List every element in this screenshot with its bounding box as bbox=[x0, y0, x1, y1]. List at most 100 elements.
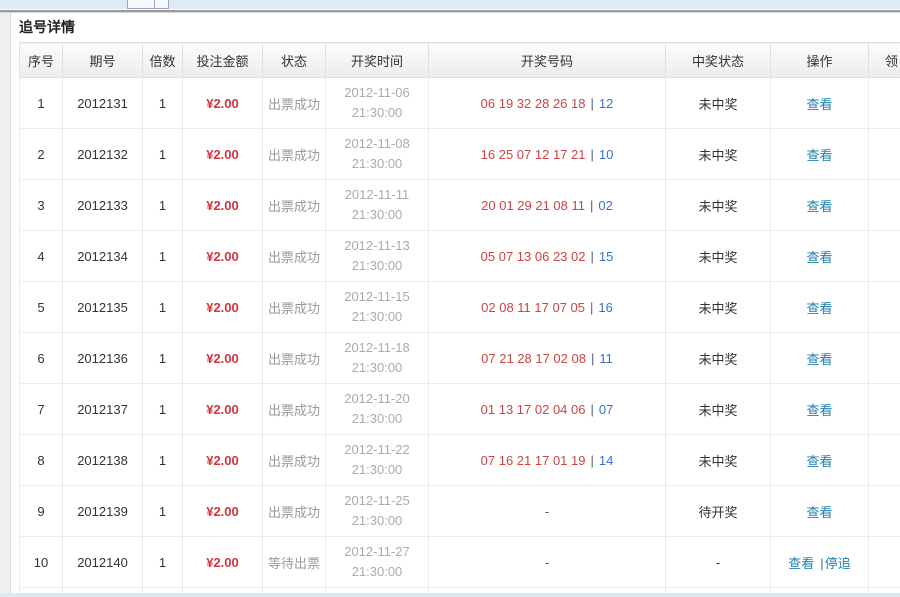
stop-chase-link[interactable]: 停追 bbox=[825, 556, 851, 571]
cell-action: 查看 bbox=[771, 435, 869, 486]
browser-chrome-strip bbox=[0, 0, 900, 10]
cell-period: 2012134 bbox=[63, 231, 143, 282]
col-header-draw-time: 开奖时间 bbox=[326, 43, 429, 78]
col-header-win-status: 中奖状态 bbox=[666, 43, 771, 78]
draw-date: 2012-11-25 bbox=[326, 491, 428, 511]
cell-claim bbox=[869, 282, 900, 333]
draw-clock: 21:30:00 bbox=[326, 460, 428, 480]
chrome-divider-light bbox=[0, 12, 900, 13]
red-balls: 06 19 32 28 26 18 bbox=[481, 96, 586, 111]
cell-multiple: 1 bbox=[143, 486, 183, 537]
cell-bet-amount: ¥2.00 bbox=[183, 384, 263, 435]
cell-win-status: 未中奖 bbox=[666, 384, 771, 435]
cell-win-status: 未中奖 bbox=[666, 231, 771, 282]
blue-ball: 07 bbox=[599, 402, 613, 417]
page-title: 追号详情 bbox=[19, 17, 75, 37]
cell-multiple: 1 bbox=[143, 282, 183, 333]
cell-draw-numbers: - bbox=[429, 537, 666, 588]
cell-draw-numbers: 07 16 21 17 01 19|14 bbox=[429, 435, 666, 486]
cell-win-status: 未中奖 bbox=[666, 282, 771, 333]
table-row: 4 2012134 1 ¥2.00 出票成功 2012-11-13 21:30:… bbox=[20, 231, 900, 282]
red-balls: 01 13 17 02 04 06 bbox=[481, 402, 586, 417]
numbers-placeholder: - bbox=[545, 504, 549, 519]
cell-draw-numbers: 20 01 29 21 08 11|02 bbox=[429, 180, 666, 231]
view-link[interactable]: 查看 bbox=[806, 199, 832, 214]
cell-bet-amount: ¥2.00 bbox=[183, 486, 263, 537]
ball-separator: | bbox=[585, 198, 598, 213]
draw-clock: 21:30:00 bbox=[326, 205, 428, 225]
cell-index: 6 bbox=[20, 333, 63, 384]
cell-claim bbox=[869, 537, 900, 588]
cell-period: 2012138 bbox=[63, 435, 143, 486]
draw-clock: 21:30:00 bbox=[326, 307, 428, 327]
cell-win-status: 待开奖 bbox=[666, 486, 771, 537]
cell-action: 查看 bbox=[771, 78, 869, 129]
cell-multiple: 1 bbox=[143, 384, 183, 435]
draw-date: 2012-11-20 bbox=[326, 389, 428, 409]
ball-separator: | bbox=[585, 249, 598, 264]
browser-chrome-box bbox=[127, 0, 169, 9]
cell-status: 出票成功 bbox=[263, 180, 326, 231]
cell-period: 2012132 bbox=[63, 129, 143, 180]
table-row: 1 2012131 1 ¥2.00 出票成功 2012-11-06 21:30:… bbox=[20, 78, 900, 129]
cell-draw-time: 2012-11-13 21:30:00 bbox=[326, 231, 429, 282]
cell-status: 出票成功 bbox=[263, 78, 326, 129]
view-link[interactable]: 查看 bbox=[806, 505, 832, 520]
view-link[interactable]: 查看 bbox=[806, 148, 832, 163]
cell-index: 4 bbox=[20, 231, 63, 282]
blue-ball: 11 bbox=[599, 351, 613, 366]
view-link[interactable]: 查看 bbox=[806, 352, 832, 367]
cell-bet-amount: ¥2.00 bbox=[183, 537, 263, 588]
cell-draw-numbers: 07 21 28 17 02 08|11 bbox=[429, 333, 666, 384]
cell-draw-numbers: - bbox=[429, 486, 666, 537]
cell-bet-amount: ¥2.00 bbox=[183, 435, 263, 486]
cell-index: 10 bbox=[20, 537, 63, 588]
cell-claim bbox=[869, 78, 900, 129]
draw-clock: 21:30:00 bbox=[326, 511, 428, 531]
cell-bet-amount: ¥2.00 bbox=[183, 333, 263, 384]
cell-draw-numbers: 16 25 07 12 17 21|10 bbox=[429, 129, 666, 180]
cell-period: 2012136 bbox=[63, 333, 143, 384]
action-separator: | bbox=[820, 556, 823, 571]
ball-separator: | bbox=[585, 453, 598, 468]
cell-multiple: 1 bbox=[143, 129, 183, 180]
cell-multiple: 1 bbox=[143, 333, 183, 384]
cell-period: 2012137 bbox=[63, 384, 143, 435]
col-header-index: 序号 bbox=[20, 43, 63, 78]
cell-status: 出票成功 bbox=[263, 231, 326, 282]
cell-index: 8 bbox=[20, 435, 63, 486]
cell-draw-time: 2012-11-27 21:30:00 bbox=[326, 537, 429, 588]
cell-claim bbox=[869, 384, 900, 435]
view-link[interactable]: 查看 bbox=[806, 403, 832, 418]
cell-win-status: 未中奖 bbox=[666, 78, 771, 129]
view-link[interactable]: 查看 bbox=[806, 301, 832, 316]
view-link[interactable]: 查看 bbox=[788, 556, 814, 571]
ball-separator: | bbox=[586, 351, 599, 366]
view-link[interactable]: 查看 bbox=[806, 97, 832, 112]
cell-action: 查看 bbox=[771, 231, 869, 282]
cell-status: 出票成功 bbox=[263, 129, 326, 180]
col-header-bet-amount: 投注金额 bbox=[183, 43, 263, 78]
cell-bet-amount: ¥2.00 bbox=[183, 129, 263, 180]
view-link[interactable]: 查看 bbox=[806, 454, 832, 469]
cell-multiple: 1 bbox=[143, 231, 183, 282]
cell-action: 查看 bbox=[771, 486, 869, 537]
draw-clock: 21:30:00 bbox=[326, 409, 428, 429]
cell-draw-time: 2012-11-11 21:30:00 bbox=[326, 180, 429, 231]
cell-status: 出票成功 bbox=[263, 435, 326, 486]
chase-detail-table: 序号 期号 倍数 投注金额 状态 开奖时间 开奖号码 中奖状态 操作 领 1 2… bbox=[19, 42, 900, 594]
browser-chrome-box-divider bbox=[154, 0, 155, 8]
blue-ball: 12 bbox=[599, 96, 613, 111]
red-balls: 16 25 07 12 17 21 bbox=[481, 147, 586, 162]
cell-claim bbox=[869, 333, 900, 384]
ball-separator: | bbox=[585, 96, 598, 111]
view-link[interactable]: 查看 bbox=[806, 250, 832, 265]
cell-status: 出票成功 bbox=[263, 384, 326, 435]
cell-multiple: 1 bbox=[143, 78, 183, 129]
draw-date: 2012-11-08 bbox=[326, 134, 428, 154]
cell-draw-time: 2012-11-06 21:30:00 bbox=[326, 78, 429, 129]
table-row: 2 2012132 1 ¥2.00 出票成功 2012-11-08 21:30:… bbox=[20, 129, 900, 180]
cell-index: 3 bbox=[20, 180, 63, 231]
cell-period: 2012140 bbox=[63, 537, 143, 588]
cell-draw-time: 2012-11-08 21:30:00 bbox=[326, 129, 429, 180]
